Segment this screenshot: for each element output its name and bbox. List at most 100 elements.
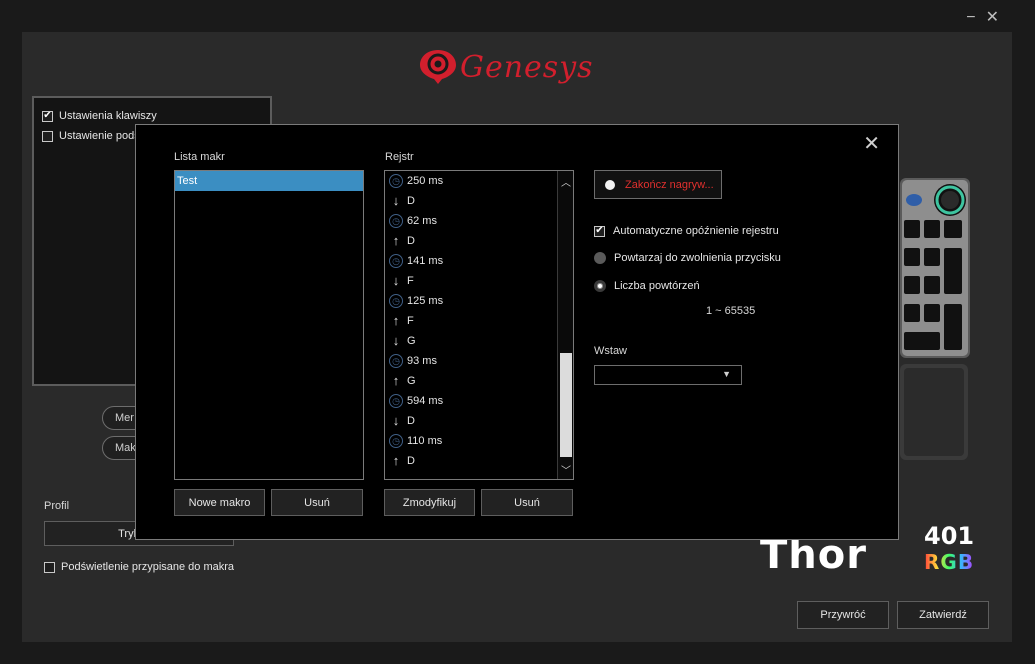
auto-delay-option[interactable]: ✔ Automatyczne opóźnienie rejestru bbox=[594, 225, 779, 237]
clock-icon: ◷ bbox=[389, 434, 403, 448]
arrow-up-icon: ↑ bbox=[392, 453, 400, 468]
clock-icon: ◷ bbox=[389, 174, 403, 188]
register-row[interactable]: ↓ F bbox=[385, 271, 555, 291]
register-row-text: 594 ms bbox=[407, 395, 444, 407]
backlight-settings-label: Ustawienie pods bbox=[59, 130, 140, 142]
macro-dialog: ✕ Lista makr Test Nowe makro Usuń Rejstr… bbox=[135, 124, 899, 540]
register-row-text: 93 ms bbox=[407, 355, 437, 367]
confirm-button[interactable]: Zatwierdź bbox=[897, 601, 989, 629]
arrow-up-icon: ↑ bbox=[392, 233, 400, 248]
register-listbox[interactable]: ◷ 250 ms ↓ D ◷ 62 ms ↑ D ◷ 141 ms ↓ F ◷ 125 ms ↑ F ↓ G ◷ 93… bbox=[384, 170, 574, 480]
restore-button[interactable]: Przywróć bbox=[797, 601, 889, 629]
backlight-macro-option[interactable]: Podświetlenie przypisane do makra bbox=[44, 561, 234, 573]
register-row-text: 141 ms bbox=[407, 255, 444, 267]
register-row[interactable]: ◷ 93 ms bbox=[385, 351, 555, 371]
arrow-down-icon: ↓ bbox=[392, 193, 400, 208]
profile-label: Profil bbox=[44, 500, 70, 512]
register-row[interactable]: ↑ D bbox=[385, 231, 555, 251]
register-row-text: F bbox=[407, 275, 414, 287]
register-row[interactable]: ↓ D bbox=[385, 411, 555, 431]
register-row[interactable]: ↓ G bbox=[385, 331, 555, 351]
register-row-text: 62 ms bbox=[407, 215, 437, 227]
register-scrollbar[interactable]: ︿ ﹀ bbox=[557, 171, 573, 479]
genesis-logo: Genesys bbox=[418, 44, 593, 90]
new-macro-label: Nowe makro bbox=[188, 496, 251, 509]
register-row-text: 110 ms bbox=[407, 435, 443, 447]
macro-list-label: Lista makr bbox=[174, 151, 225, 163]
clock-icon: ◷ bbox=[389, 394, 403, 408]
key-settings-label: Ustawienia klawiszy bbox=[59, 110, 157, 122]
register-row-text: D bbox=[407, 455, 415, 467]
auto-delay-label: Automatyczne opóźnienie rejestru bbox=[613, 225, 779, 237]
key-settings-option[interactable]: ✔ Ustawienia klawiszy bbox=[42, 110, 157, 122]
insert-label: Wstaw bbox=[594, 345, 627, 357]
radio-icon[interactable] bbox=[594, 252, 606, 264]
register-row-text: F bbox=[407, 315, 414, 327]
backlight-settings-option[interactable]: Ustawienie pods bbox=[42, 130, 140, 142]
confirm-button-label: Zatwierdź bbox=[919, 609, 967, 621]
register-row[interactable]: ◷ 594 ms bbox=[385, 391, 555, 411]
register-row[interactable]: ◷ 141 ms bbox=[385, 251, 555, 271]
register-label: Rejstr bbox=[385, 151, 414, 163]
register-row[interactable]: ◷ 110 ms bbox=[385, 431, 555, 451]
arrow-down-icon: ↓ bbox=[392, 273, 400, 288]
insert-dropdown[interactable]: ▼ bbox=[594, 365, 742, 385]
clock-icon: ◷ bbox=[389, 214, 403, 228]
clock-icon: ◷ bbox=[389, 254, 403, 268]
repeat-until-release-option[interactable]: Powtarzaj do zwolnienia przycisku bbox=[594, 252, 781, 264]
minimize-icon[interactable]: − bbox=[966, 10, 975, 26]
dialog-close-icon[interactable]: ✕ bbox=[863, 131, 880, 156]
modify-button-label: Zmodyfikuj bbox=[402, 496, 457, 509]
delete-register-label: Usuń bbox=[514, 496, 540, 509]
checkbox-icon[interactable] bbox=[42, 130, 53, 142]
register-row[interactable]: ↓ D bbox=[385, 191, 555, 211]
delete-macro-label: Usuń bbox=[304, 496, 330, 509]
register-row-text: 250 ms bbox=[407, 175, 444, 187]
arrow-up-icon: ↑ bbox=[392, 313, 400, 328]
repeat-count-option[interactable]: Liczba powtórzeń bbox=[594, 280, 700, 292]
genesis-emblem-icon bbox=[420, 50, 456, 84]
register-rows: ◷ 250 ms ↓ D ◷ 62 ms ↑ D ◷ 141 ms ↓ F ◷ 125 ms ↑ F ↓ G ◷ 93… bbox=[385, 171, 555, 471]
register-row[interactable]: ◷ 62 ms bbox=[385, 211, 555, 231]
macro-list-item[interactable]: Test bbox=[175, 171, 363, 191]
delete-macro-button[interactable]: Usuń bbox=[271, 489, 363, 516]
arrow-up-icon: ↑ bbox=[392, 373, 400, 388]
register-row[interactable]: ↑ G bbox=[385, 371, 555, 391]
checkbox-checked-icon[interactable]: ✔ bbox=[594, 225, 605, 237]
arrow-down-icon: ↓ bbox=[392, 413, 400, 428]
new-macro-button[interactable]: Nowe makro bbox=[174, 489, 265, 516]
delete-register-button[interactable]: Usuń bbox=[481, 489, 573, 516]
logo-text: Genesys bbox=[460, 50, 594, 85]
register-row[interactable]: ◷ 125 ms bbox=[385, 291, 555, 311]
backlight-macro-label: Podświetlenie przypisane do makra bbox=[61, 561, 235, 573]
rgb-text: RGB bbox=[924, 550, 975, 574]
register-row-text: G bbox=[407, 335, 416, 347]
keyboard-image bbox=[900, 178, 970, 460]
register-row-text: D bbox=[407, 195, 415, 207]
product-model: 401 bbox=[924, 522, 975, 550]
checkbox-icon[interactable] bbox=[44, 561, 55, 573]
restore-button-label: Przywróć bbox=[820, 609, 866, 621]
clock-icon: ◷ bbox=[389, 294, 403, 308]
register-row-text: 125 ms bbox=[407, 295, 444, 307]
clock-icon: ◷ bbox=[389, 354, 403, 368]
checkbox-checked-icon[interactable]: ✔ bbox=[42, 110, 53, 122]
repeat-count-label: Liczba powtórzeń bbox=[614, 280, 700, 292]
stop-recording-button[interactable]: Zakończ nagryw... bbox=[594, 170, 722, 199]
window-close-icon[interactable]: ✕ bbox=[986, 10, 999, 26]
keyboard-illustration-icon bbox=[900, 178, 970, 460]
register-row[interactable]: ↑ D bbox=[385, 451, 555, 471]
radio-selected-icon[interactable] bbox=[594, 280, 606, 292]
macro-listbox[interactable]: Test bbox=[174, 170, 364, 480]
register-row[interactable]: ◷ 250 ms bbox=[385, 171, 555, 191]
arrow-down-icon: ↓ bbox=[392, 333, 400, 348]
window-controls: − ✕ bbox=[966, 10, 999, 26]
stop-recording-label: Zakończ nagryw... bbox=[625, 178, 714, 191]
scroll-down-icon[interactable]: ﹀ bbox=[558, 461, 574, 477]
register-row-text: G bbox=[407, 375, 416, 387]
register-row[interactable]: ↑ F bbox=[385, 311, 555, 331]
scroll-up-icon[interactable]: ︿ bbox=[558, 173, 574, 189]
register-row-text: D bbox=[407, 235, 415, 247]
modify-button[interactable]: Zmodyfikuj bbox=[384, 489, 475, 516]
scroll-thumb[interactable] bbox=[560, 353, 572, 457]
